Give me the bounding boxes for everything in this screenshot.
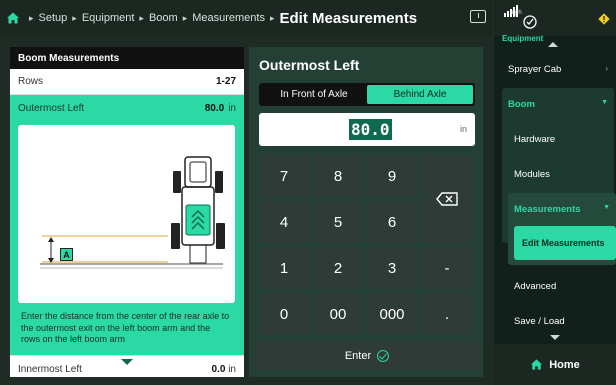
panel-title: Outermost Left xyxy=(259,57,360,73)
key-4[interactable]: 4 xyxy=(259,201,309,243)
key-0[interactable]: 0 xyxy=(259,293,309,335)
key-1[interactable]: 1 xyxy=(259,247,309,289)
sidebar-item-sprayer-cab[interactable]: Sprayer Cab › xyxy=(508,64,608,75)
top-bar: ▸ Setup ▸ Equipment ▸ Boom ▸ Measurement… xyxy=(0,0,492,36)
sidebar-item-hardware[interactable]: Hardware xyxy=(514,134,555,145)
unit-label: in xyxy=(459,124,467,134)
key-7[interactable]: 7 xyxy=(259,155,309,197)
innermost-left-label: Innermost Left xyxy=(18,364,82,375)
sidebar-item-measurements[interactable]: Measurements ▼ xyxy=(514,204,610,215)
check-circle-icon xyxy=(377,349,390,362)
innermost-left-value: 0.0 xyxy=(211,364,226,375)
instruction-text: Enter the distance from the center of th… xyxy=(21,311,230,344)
decimal-key[interactable]: . xyxy=(422,293,472,335)
innermost-left-row[interactable]: Innermost Left 0.0 in xyxy=(10,355,244,377)
key-8[interactable]: 8 xyxy=(313,155,363,197)
triangle-down-icon: ▼ xyxy=(603,204,610,211)
value-input[interactable]: 80.0 in xyxy=(259,113,475,146)
card-title: Boom Measurements xyxy=(10,47,244,69)
value-text: 80.0 xyxy=(349,119,392,140)
chevron-right-icon: › xyxy=(605,64,608,73)
panel-toggle-icon[interactable] xyxy=(470,10,486,23)
key-6[interactable]: 6 xyxy=(367,201,417,243)
speed-unit: mph xyxy=(510,10,522,16)
warning-icon[interactable] xyxy=(598,13,610,25)
minus-key[interactable]: - xyxy=(422,247,472,289)
sidebar-item-edit-measurements[interactable]: Edit Measurements xyxy=(514,226,616,260)
breadcrumb-equipment[interactable]: Equipment xyxy=(82,12,135,24)
chevron-right-icon: ▸ xyxy=(139,12,144,23)
backspace-icon xyxy=(436,192,458,206)
in-front-of-axle-option[interactable]: In Front of Axle xyxy=(261,85,367,104)
outermost-left-value: 80.0 xyxy=(204,102,225,114)
breadcrumb-measurements[interactable]: Measurements xyxy=(192,12,265,24)
breadcrumb: ▸ Setup ▸ Equipment ▸ Boom ▸ Measurement… xyxy=(6,10,417,27)
status-area: mph xyxy=(494,0,616,36)
rows-label: Rows xyxy=(18,76,44,87)
triangle-down-icon: ▼ xyxy=(601,99,608,106)
scroll-up-icon[interactable] xyxy=(548,42,558,47)
chevron-right-icon: ▸ xyxy=(72,12,77,23)
scroll-down-icon[interactable] xyxy=(550,335,560,340)
marker-a-label: A xyxy=(60,248,73,261)
rows-row[interactable]: Rows 1-27 xyxy=(10,69,244,95)
outermost-left-row[interactable]: Outermost Left 80.0 in xyxy=(10,95,244,121)
home-icon[interactable] xyxy=(6,11,20,25)
keypad-panel: Outermost Left In Front of Axle Behind A… xyxy=(249,47,483,377)
sidebar-item-modules[interactable]: Modules xyxy=(514,169,550,180)
key-9[interactable]: 9 xyxy=(367,155,417,197)
enter-label: Enter xyxy=(344,349,372,362)
unit-label: in xyxy=(228,364,236,375)
sidebar-item-boom[interactable]: Boom ▼ xyxy=(508,99,608,110)
key-3[interactable]: 3 xyxy=(367,247,417,289)
rows-value: 1-27 xyxy=(215,76,236,87)
chevron-right-icon: ▸ xyxy=(182,12,188,23)
outermost-left-selected[interactable]: Outermost Left 80.0 in A Enter the dista… xyxy=(10,95,244,355)
breadcrumb-boom[interactable]: Boom xyxy=(149,12,178,24)
sidebar-nav: Equipment Sprayer Cab › Boom ▼ Hardware … xyxy=(494,34,616,385)
axle-position-toggle: In Front of Axle Behind Axle xyxy=(259,83,475,106)
home-label: Home xyxy=(549,358,580,371)
chevron-right-icon: ▸ xyxy=(269,12,275,23)
sidebar-item-advanced[interactable]: Advanced xyxy=(514,281,556,292)
unit-label: in xyxy=(228,102,236,114)
sidebar-item-label: Sprayer Cab xyxy=(508,64,562,75)
sidebar-top-item[interactable]: Equipment xyxy=(502,34,543,43)
backspace-button[interactable] xyxy=(422,155,472,243)
enter-button[interactable]: Enter xyxy=(255,341,479,370)
home-icon xyxy=(531,359,543,370)
key-2[interactable]: 2 xyxy=(313,247,363,289)
boom-diagram xyxy=(18,125,235,303)
satellite-icon[interactable] xyxy=(522,14,538,30)
breadcrumb-setup[interactable]: Setup xyxy=(39,12,68,24)
chevron-right-icon: ▸ xyxy=(29,12,34,23)
key-00[interactable]: 00 xyxy=(313,293,363,335)
page-title: Edit Measurements xyxy=(279,9,418,27)
boom-measurements-card: Boom Measurements Rows 1-27 Outermost Le… xyxy=(10,47,244,377)
key-5[interactable]: 5 xyxy=(313,201,363,243)
behind-axle-option[interactable]: Behind Axle xyxy=(367,85,473,104)
home-button[interactable]: Home xyxy=(494,344,616,385)
key-000[interactable]: 000 xyxy=(367,293,417,335)
outermost-left-label: Outermost Left xyxy=(18,102,85,114)
sidebar-item-label: Boom xyxy=(508,99,535,110)
sidebar-item-label: Measurements xyxy=(514,204,581,215)
sidebar-item-save-load[interactable]: Save / Load xyxy=(514,316,565,327)
